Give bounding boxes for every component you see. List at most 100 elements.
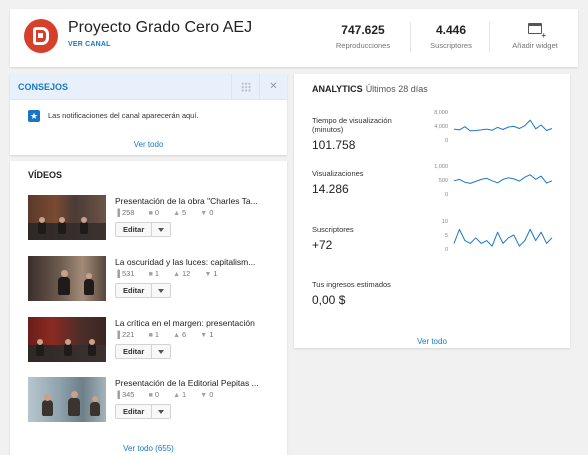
- edit-button[interactable]: Editar: [115, 344, 153, 359]
- stat-reproducciones-label: Reproducciones: [335, 41, 391, 50]
- video-stats: ▐ 531 ■ 1 ▲ 12 ▼ 1: [115, 269, 230, 278]
- video-likes: 1: [182, 390, 187, 399]
- edit-group: Editar: [115, 283, 172, 298]
- video-views: 221: [121, 330, 135, 339]
- video-comments: 1: [154, 269, 159, 278]
- video-item: Presentación de la Editorial Pepitas ...…: [28, 377, 278, 437]
- stat-reproducciones: 747.625 Reproducciones: [323, 23, 403, 50]
- stat-suscriptores-value: 4.446: [435, 23, 467, 37]
- videos-ver-todo-link[interactable]: Ver todo (655): [123, 444, 174, 453]
- like-icon: ▲: [173, 210, 181, 217]
- consejos-title: CONSEJOS: [18, 82, 69, 92]
- dislike-icon: ▼: [200, 392, 208, 399]
- comments-icon: ■: [148, 392, 153, 399]
- metric-revenue: Tus ingresos estimados 0,00 $: [312, 280, 391, 307]
- sparkline-series-line: [453, 174, 553, 184]
- video-comments: 1: [154, 330, 159, 339]
- views-icon: ▐: [115, 271, 120, 278]
- edit-dropdown-button[interactable]: [152, 404, 172, 419]
- edit-dropdown-button[interactable]: [152, 222, 172, 237]
- metric-value: 14.286: [312, 182, 349, 196]
- dislike-icon: ▼: [204, 271, 212, 278]
- edit-group: Editar: [115, 404, 172, 419]
- video-views: 345: [121, 390, 135, 399]
- analytics-period: Últimos 28 días: [365, 84, 428, 94]
- metric-views: Visualizaciones 14.286: [312, 169, 364, 196]
- edit-button[interactable]: Editar: [115, 404, 153, 419]
- video-thumbnail[interactable]: [28, 377, 106, 422]
- sparkline-subscribers[interactable]: 10 5 0: [430, 217, 556, 259]
- add-widget-label: Añadir widget: [512, 41, 558, 50]
- stat-suscriptores-label: Suscriptores: [430, 41, 472, 50]
- sparkline-watch-time[interactable]: 8,000 4,000 0: [430, 108, 556, 150]
- edit-button[interactable]: Editar: [115, 222, 153, 237]
- video-dislikes: 1: [213, 269, 218, 278]
- channel-logo[interactable]: [24, 19, 58, 53]
- video-thumbnail[interactable]: [28, 195, 106, 240]
- analytics-ver-todo-link[interactable]: Ver todo: [417, 337, 447, 346]
- video-title[interactable]: Presentación de la Editorial Pepitas ...: [115, 378, 259, 388]
- drag-handle[interactable]: [231, 74, 259, 100]
- analytics-title: ANALYTICS: [312, 84, 363, 94]
- sparkline-tick-label: 0: [445, 138, 448, 144]
- videos-title: VÍDEOS: [28, 170, 63, 180]
- sparkline-tick-label: 0: [445, 192, 448, 198]
- divider: [489, 22, 490, 52]
- video-item: Presentación de la obra "Charles Ta... ▐…: [28, 195, 278, 255]
- like-icon: ▲: [173, 271, 181, 278]
- video-title[interactable]: La oscuridad y las luces: capitalism...: [115, 257, 255, 267]
- edit-dropdown-button[interactable]: [152, 283, 172, 298]
- sparkline-tick-label: 4,000: [434, 124, 448, 130]
- video-views: 258: [121, 208, 135, 217]
- analytics-header: ANALYTICS Últimos 28 días: [312, 84, 428, 94]
- comments-icon: ■: [148, 210, 153, 217]
- video-stats: ▐ 345 ■ 0 ▲ 1 ▼ 0: [115, 390, 225, 399]
- stat-reproducciones-value: 747.625: [341, 23, 385, 37]
- close-icon: ✕: [269, 81, 278, 92]
- notification-text: Las notificaciones del canal aparecerán …: [48, 111, 199, 120]
- consejos-ver-todo-link[interactable]: Ver todo: [134, 140, 164, 149]
- edit-button[interactable]: Editar: [115, 283, 153, 298]
- video-title[interactable]: La crítica en el margen: presentación: [115, 318, 255, 328]
- video-thumbnail[interactable]: [28, 317, 106, 362]
- logo-p-icon: [33, 27, 49, 45]
- metric-label: Visualizaciones: [312, 169, 364, 178]
- sparkline-tick-label: 500: [439, 178, 448, 184]
- videos-card: VÍDEOS Presentación de la obra "Charles …: [10, 161, 287, 455]
- grid-dots-icon: [241, 82, 251, 92]
- consejos-card: CONSEJOS ✕ ★ Las notificaciones del cana…: [10, 74, 287, 155]
- comments-icon: ■: [148, 271, 153, 278]
- edit-dropdown-button[interactable]: [152, 344, 172, 359]
- metric-subscribers: Suscriptores +72: [312, 225, 354, 252]
- video-likes: 5: [182, 208, 187, 217]
- video-item: La oscuridad y las luces: capitalism... …: [28, 256, 278, 316]
- dislike-icon: ▼: [200, 332, 208, 339]
- sparkline-tick-label: 10: [442, 219, 448, 225]
- channel-title: Proyecto Grado Cero AEJ: [68, 19, 253, 36]
- sparkline-views[interactable]: 1,000 500 0: [430, 162, 556, 204]
- metric-watch-time: Tiempo de visualización (minutos) 101.75…: [312, 116, 392, 152]
- add-widget-button[interactable]: Añadir widget: [496, 23, 574, 50]
- video-likes: 12: [182, 269, 191, 278]
- sparkline-tick-label: 8,000: [434, 110, 448, 116]
- sparkline-series-line: [453, 119, 553, 132]
- video-dislikes: 0: [209, 390, 214, 399]
- views-icon: ▐: [115, 392, 120, 399]
- ver-canal-link[interactable]: VER CANAL: [68, 41, 111, 48]
- dislike-icon: ▼: [200, 210, 208, 217]
- video-comments: 0: [154, 390, 159, 399]
- star-icon: ★: [28, 110, 40, 122]
- channel-header: Proyecto Grado Cero AEJ VER CANAL 747.62…: [10, 9, 578, 67]
- sparkline-tick-label: 1,000: [434, 164, 448, 170]
- video-title[interactable]: Presentación de la obra "Charles Ta...: [115, 196, 258, 206]
- views-icon: ▐: [115, 210, 120, 217]
- consejos-header: CONSEJOS ✕: [10, 74, 287, 100]
- video-dislikes: 1: [209, 330, 214, 339]
- sparkline-tick-label: 5: [445, 233, 448, 239]
- video-comments: 0: [154, 208, 159, 217]
- video-likes: 6: [182, 330, 187, 339]
- close-button[interactable]: ✕: [259, 74, 287, 100]
- video-thumbnail[interactable]: [28, 256, 106, 301]
- edit-group: Editar: [115, 222, 172, 237]
- metric-label: Tus ingresos estimados: [312, 280, 391, 289]
